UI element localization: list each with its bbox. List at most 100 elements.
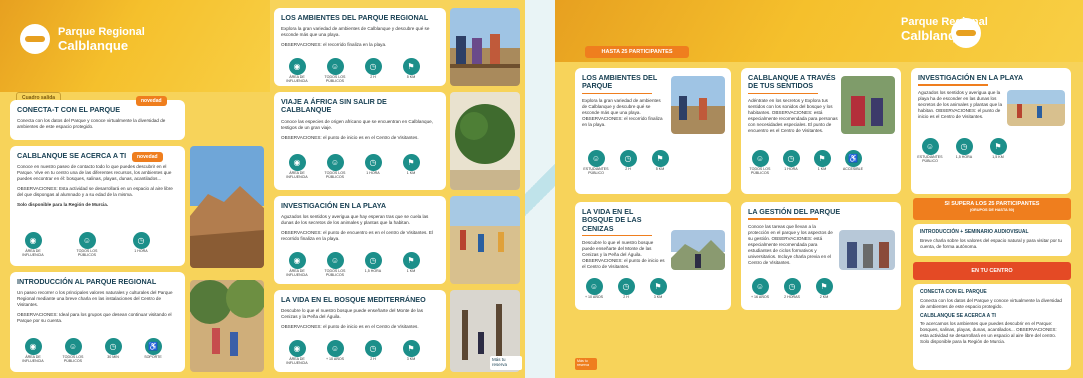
card-text: Descubre lo que el nuestro bosque puede …	[582, 240, 665, 270]
audience-icon: ☺ TODOS LOS PÚBLICOS	[747, 150, 773, 176]
banner-your-center: EN TU CENTRO	[913, 262, 1071, 280]
card-gestion: LA GESTIÓN DEL PARQUE Conoce las tareas …	[741, 202, 901, 310]
reserve-corner: Más tu reserva	[490, 356, 522, 370]
title-underline	[918, 84, 988, 86]
audience-icon: ☺ TODOS LOS PÚBLICOS	[322, 154, 348, 180]
card-invest: INVESTIGACIÓN EN LA PLAYA Aguzados los s…	[911, 68, 1071, 194]
photo-mountains	[671, 230, 725, 270]
photo-beach-walk	[450, 196, 520, 284]
card-text: Aguzados los sentidos y averigua que la …	[918, 89, 1003, 119]
banner-over-25: SI SUPERA LOS 25 PARTICIPANTES (GRUPOS D…	[913, 198, 1071, 220]
area-icon: ◉ ÁREA DE INFLUENCIA	[20, 232, 46, 258]
distance-icon: ⚑ 1 KM	[398, 154, 424, 180]
clock-icon: ◷ 1,5 HORA	[951, 138, 977, 164]
new-badge: novedad	[132, 152, 163, 162]
page-gutter	[525, 0, 555, 378]
card-text: Conoce las especies de origen africano q…	[281, 118, 433, 130]
distance-icon: ⚑ 5 KM	[647, 150, 673, 176]
card-text: Descubre lo que el nuestro bosque puede …	[281, 308, 423, 320]
photo-boardwalk	[671, 76, 725, 134]
audience-icon: ☺ TODOS LOS PÚBLICOS	[60, 338, 86, 364]
title-underline	[748, 218, 818, 220]
brochure-left-page: Parque Regional Calblanque Cuadro salida…	[0, 0, 525, 378]
card-africa: VIAJE A ÁFRICA SIN SALIR DE CALBLANQUE C…	[274, 92, 446, 190]
card-title: LA VIDA EN EL BOSQUE DE LAS CENIZAS	[582, 207, 642, 233]
area-icon: ◉ ÁREA DE INFLUENCIA	[20, 338, 46, 364]
accessible-icon: ♿ ACCESIBLE	[840, 150, 866, 176]
distance-icon: ⚑ 1 KM	[398, 252, 424, 278]
card-observations: OBSERVACIONES: Ideal para los grupos que…	[17, 312, 172, 324]
card-playa: INVESTIGACIÓN EN LA PLAYA Aguzados los s…	[274, 196, 446, 284]
card-title: CONECTA-T CON EL PARQUE	[17, 105, 121, 114]
card-title: LA GESTIÓN DEL PARQUE	[748, 207, 841, 216]
card-title: CALBLANQUE A TRAVÉS DE TUS SENTIDOS	[748, 73, 836, 91]
activity-icons: ☺ + 16 AÑOS ◷ 2 HORAS ⚑ 2 KM	[747, 278, 837, 300]
card-text: Un paseo recorrer o los principales valo…	[17, 290, 173, 308]
age-icon: ☺ + 10 AÑOS	[322, 340, 348, 366]
card-sentidos: CALBLANQUE A TRAVÉS DE TUS SENTIDOS Adén…	[741, 68, 901, 194]
title-underline	[582, 234, 652, 237]
brochure-right-page: Parque Regional Calblanque HASTA 25 PART…	[555, 0, 1083, 378]
card-conecta: CONECTA-T CON EL PARQUE Conecta con los …	[10, 100, 185, 140]
title-underline	[582, 92, 652, 95]
area-icon: ◉ ÁREA DE INFLUENCIA	[284, 340, 310, 366]
audience-icon: ☺ TODOS LOS PÚBLICOS	[74, 232, 100, 258]
audience-icon: ☺ TODOS LOS PÚBLICOS	[322, 252, 348, 278]
card-observations: OBSERVACIONES: el punto de inicio es en …	[281, 134, 419, 140]
card-title: INVESTIGACIÓN EN LA PLAYA	[918, 73, 1024, 82]
park-logo-icon	[20, 24, 50, 54]
card-availability: Solo disponible para la Región de Murcia…	[17, 202, 109, 208]
card-text: Conecta con los datos del Parque y conoc…	[17, 118, 166, 130]
card-observations: OBSERVACIONES: el recorrido finaliza en …	[281, 42, 387, 48]
card-text: Conecta con los datos del Parque y conoc…	[920, 297, 1062, 309]
clock-icon: ◷ 1,5 HORA	[360, 252, 386, 278]
card-title: CALBLANQUE SE ACERCA A TI	[920, 312, 996, 319]
card-text: Breve charla sobre los valores del espac…	[920, 237, 1062, 249]
card-title: VIAJE A ÁFRICA SIN SALIR DE CALBLANQUE	[281, 97, 387, 115]
clock-icon: ◷ 1 HORA	[778, 150, 804, 176]
photo-park-staff	[839, 230, 895, 270]
clock-icon: ◷ 30 MIN	[100, 338, 126, 364]
card-acerca: CALBLANQUE SE ACERCA A TI Conoce en nues…	[10, 146, 185, 266]
clock-icon: ◷ 2 H	[360, 58, 386, 84]
photo-group-trees	[190, 280, 264, 372]
distance-icon: ⚑ 3 KM	[645, 278, 671, 300]
age-icon: ☺ + 10 AÑOS	[581, 278, 607, 300]
activity-icons: ☺ + 10 AÑOS ◷ 2 H ⚑ 3 KM	[581, 278, 671, 300]
card-ambientes: LOS AMBIENTES DEL PARQUE REGIONAL Explor…	[274, 8, 446, 86]
card-text: Conoce las tareas que llevan a la protec…	[748, 223, 833, 265]
card-center: CONECTA CON EL PARQUE Conecta con los da…	[913, 284, 1071, 370]
activity-icons: ☺ TODOS LOS PÚBLICOS ◷ 1 HORA ⚑ 1 KM ♿ ACCES…	[747, 150, 866, 176]
card-ambientes-r: LOS AMBIENTES DEL PARQUE Explora la gran…	[575, 68, 731, 194]
new-badge: novedad	[136, 96, 167, 106]
activity-icons: ◉ ÁREA DE INFLUENCIA ☺ TODOS LOS PÚBLICOS …	[284, 154, 424, 180]
banner-up-to-25: HASTA 25 PARTICIPANTES	[585, 46, 689, 58]
card-text: Conoce en nuestro paseo de contacto todo…	[17, 164, 172, 182]
card-title: INTRODUCCIÓN + SEMINARIO AUDIOVISUAL	[920, 229, 1029, 235]
clock-icon: ◷ 2 H	[613, 278, 639, 300]
card-title: LOS AMBIENTES DEL PARQUE REGIONAL	[281, 13, 429, 22]
card-text: Te acercamos los ambientes que puedes de…	[920, 321, 1057, 345]
reserve-corner: Más tu reserva	[575, 358, 597, 370]
clock-icon: ◷ 2 H	[615, 150, 641, 176]
age-icon: ☺ + 16 AÑOS	[747, 278, 773, 300]
card-observations: OBSERVACIONES: el punto de inicio es en …	[281, 324, 419, 330]
area-icon: ◉ ÁREA DE INFLUENCIA	[284, 154, 310, 180]
activity-icons: ◉ ÁREA DE INFLUENCIA ☺ TODOS LOS PÚBLICOS …	[20, 232, 154, 258]
park-logo-icon	[951, 18, 981, 48]
card-seminario: INTRODUCCIÓN + SEMINARIO AUDIOVISUAL Bre…	[913, 224, 1071, 256]
area-icon: ◉ ÁREA DE INFLUENCIA	[284, 252, 310, 278]
activity-icons: ☺ ESTUDIANTES PÚBLICO ◷ 1,5 HORA ⚑ 1,5 KM	[917, 138, 1011, 164]
area-icon: ◉ ÁREA DE INFLUENCIA	[284, 58, 310, 84]
title-underline	[748, 92, 818, 95]
audience-icon: ☺ ESTUDIANTES PÚBLICO	[583, 150, 609, 176]
audience-icon: ☺ TODOS LOS PÚBLICOS	[322, 58, 348, 84]
photo-shrub	[450, 92, 520, 190]
card-title: LOS AMBIENTES DEL PARQUE	[582, 73, 658, 91]
clock-icon: ◷ 2 H	[360, 340, 386, 366]
photo-beach-kids	[1007, 90, 1065, 126]
distance-icon: ⚑ 2 KM	[811, 278, 837, 300]
card-title: INVESTIGACIÓN EN LA PLAYA	[281, 201, 387, 210]
clock-icon: ◷ 1 HORA	[360, 154, 386, 180]
distance-icon: ⚑ 1 KM	[809, 150, 835, 176]
